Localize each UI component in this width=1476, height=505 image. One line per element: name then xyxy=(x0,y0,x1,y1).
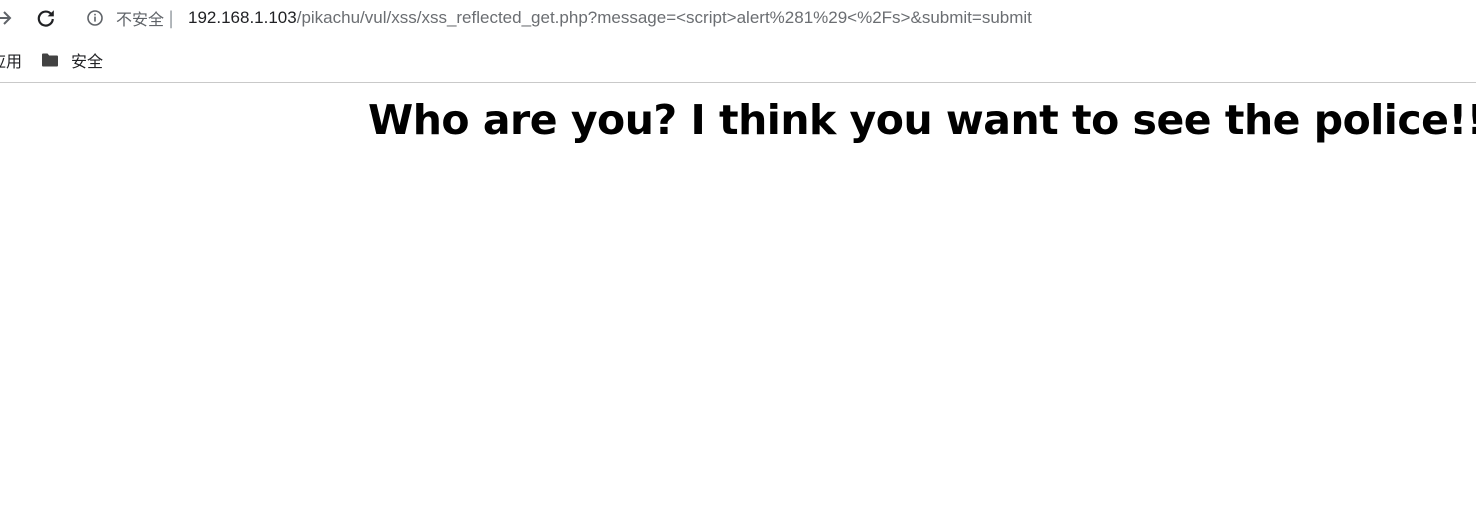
page-heading: Who are you? I think you want to see the… xyxy=(368,96,1476,144)
forward-button[interactable] xyxy=(0,8,14,28)
folder-icon xyxy=(42,53,58,67)
address-bar[interactable]: 192.168.1.103/pikachu/vul/xss/xss_reflec… xyxy=(188,6,1032,30)
arrow-right-icon xyxy=(0,11,12,25)
reload-icon xyxy=(37,10,54,27)
url-path: /pikachu/vul/xss/xss_reflected_get.php?m… xyxy=(296,8,1032,27)
page-content: Who are you? I think you want to see the… xyxy=(0,84,1476,505)
info-circle-icon xyxy=(87,10,103,26)
bookmarks-bar: 应用 安全 xyxy=(0,40,1476,83)
bookmark-apps[interactable]: 应用 xyxy=(0,49,22,71)
site-security-indicator[interactable]: 不安全 | xyxy=(86,6,182,30)
url-host: 192.168.1.103 xyxy=(188,8,297,27)
browser-window: 不安全 | 192.168.1.103/pikachu/vul/xss/xss_… xyxy=(0,0,1476,505)
bookmark-label: 安全 xyxy=(71,52,104,71)
bookmark-label: 应用 xyxy=(0,52,23,71)
browser-toolbar: 不安全 | 192.168.1.103/pikachu/vul/xss/xss_… xyxy=(0,0,1476,38)
bookmark-folder-security[interactable]: 安全 xyxy=(41,49,103,71)
reload-button[interactable] xyxy=(36,8,56,28)
security-separator: | xyxy=(168,7,175,29)
security-label: 不安全 xyxy=(116,10,165,29)
